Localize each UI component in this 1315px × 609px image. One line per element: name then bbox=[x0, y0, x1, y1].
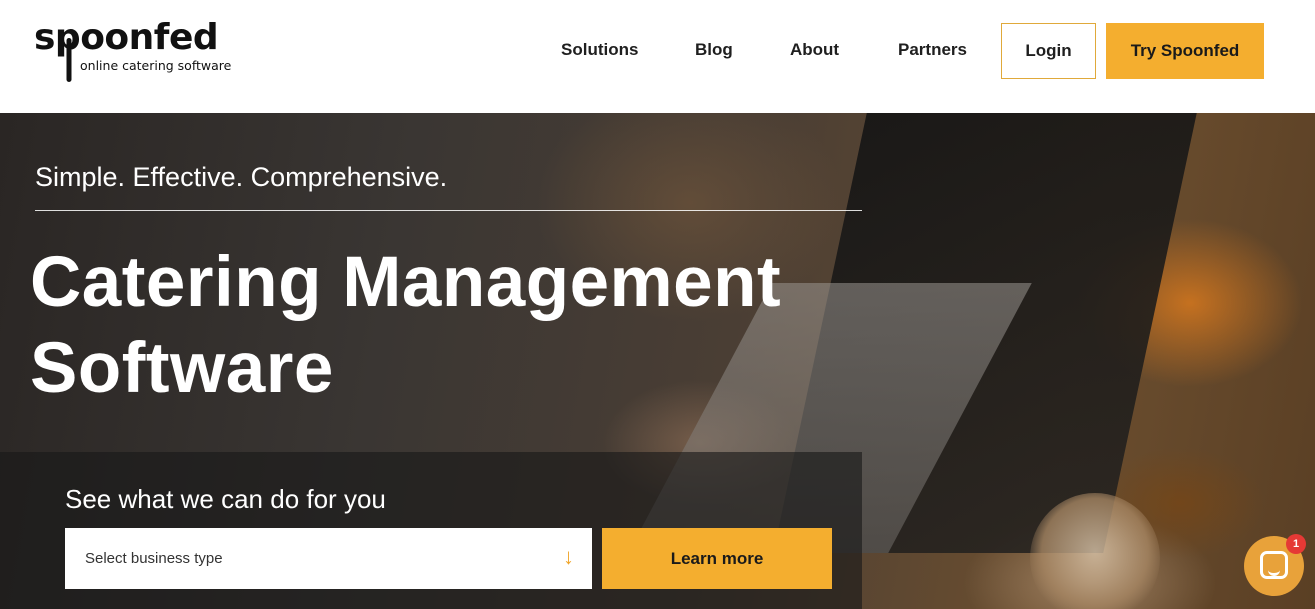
nav-partners[interactable]: Partners bbox=[898, 40, 967, 60]
hero-headline: Catering Management Software bbox=[30, 240, 781, 412]
site-header: spoonfed online catering software Soluti… bbox=[0, 0, 1315, 113]
hero-tagline: Simple. Effective. Comprehensive. bbox=[35, 162, 448, 192]
nav-solutions[interactable]: Solutions bbox=[561, 40, 638, 60]
select-placeholder: Select business type bbox=[85, 550, 223, 567]
logo-tagline: online catering software bbox=[80, 58, 232, 73]
tagline-divider bbox=[35, 210, 862, 211]
headline-line-1: Catering Management bbox=[30, 243, 782, 322]
coffee-cup-shape bbox=[1030, 493, 1160, 609]
cta-title: See what we can do for you bbox=[65, 484, 386, 514]
learn-more-button[interactable]: Learn more bbox=[602, 528, 832, 589]
spoonfed-logo[interactable]: spoonfed online catering software bbox=[34, 18, 244, 84]
nav-blog[interactable]: Blog bbox=[695, 40, 733, 60]
business-type-select[interactable]: Select business type ↓ bbox=[65, 528, 592, 589]
chat-notification-badge: 1 bbox=[1286, 534, 1306, 554]
spoon-icon bbox=[66, 38, 72, 82]
logo-wordmark: spoonfed bbox=[34, 17, 219, 58]
login-button[interactable]: Login bbox=[1001, 23, 1096, 79]
try-spoonfed-button[interactable]: Try Spoonfed bbox=[1106, 23, 1264, 79]
chat-icon bbox=[1260, 551, 1288, 579]
arrow-down-icon: ↓ bbox=[563, 544, 574, 569]
headline-line-2: Software bbox=[30, 329, 334, 408]
nav-about[interactable]: About bbox=[790, 40, 839, 60]
